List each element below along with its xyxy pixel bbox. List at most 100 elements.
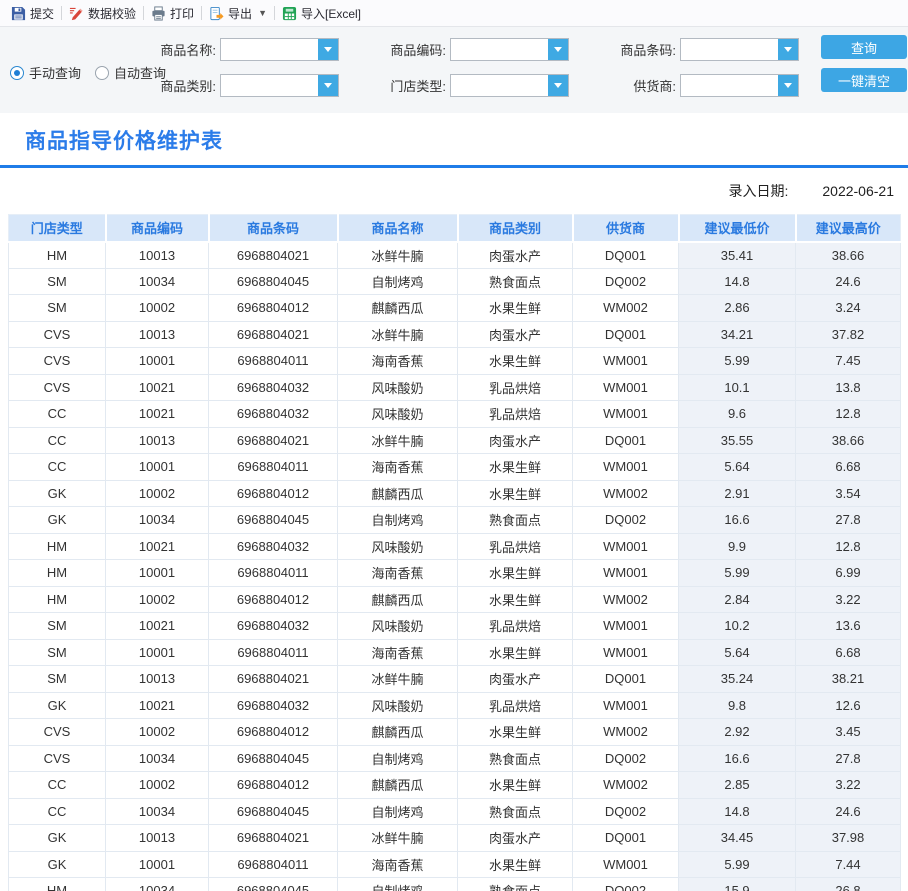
table-cell: 24.6 bbox=[795, 797, 901, 825]
manual-query-radio[interactable]: 手动查询 bbox=[10, 63, 81, 82]
store-type-combobox[interactable] bbox=[450, 74, 569, 97]
table-row[interactable]: SM 10001 6968804011 海南香蕉 水果生鲜 WM001 5.64 6.68 bbox=[8, 638, 901, 666]
table-cell: 2.91 bbox=[678, 479, 796, 507]
search-actions: 查询 一键清空 bbox=[821, 35, 907, 92]
column-header[interactable]: 商品编码 bbox=[104, 214, 209, 243]
table-row[interactable]: CC 10002 6968804012 麒麟西瓜 水果生鲜 WM002 2.85 3.22 bbox=[8, 771, 901, 799]
print-button[interactable]: 打印 bbox=[144, 0, 201, 26]
table-row[interactable]: CVS 10021 6968804032 风味酸奶 乳品烘焙 WM001 10.1 13.8 bbox=[8, 373, 901, 401]
table-cell: 10.2 bbox=[678, 612, 796, 640]
table-cell: 肉蛋水产 bbox=[457, 665, 573, 693]
title-area: 商品指导价格维护表 bbox=[0, 113, 908, 168]
table-cell: 6968804045 bbox=[208, 797, 338, 825]
table-cell: HM bbox=[8, 559, 106, 587]
table-cell: 6968804021 bbox=[208, 426, 338, 454]
table-row[interactable]: HM 10002 6968804012 麒麟西瓜 水果生鲜 WM002 2.84 3.22 bbox=[8, 585, 901, 613]
table-row[interactable]: GK 10002 6968804012 麒麟西瓜 水果生鲜 WM002 2.91 3.54 bbox=[8, 479, 901, 507]
product-category-label: 商品类别: bbox=[160, 79, 216, 94]
table-cell: 6968804045 bbox=[208, 267, 338, 295]
table-cell: 10001 bbox=[105, 850, 209, 878]
table-row[interactable]: GK 10021 6968804032 风味酸奶 乳品烘焙 WM001 9.8 12.6 bbox=[8, 691, 901, 719]
table-row[interactable]: HM 10013 6968804021 冰鲜牛腩 肉蛋水产 DQ001 35.41 38.66 bbox=[8, 241, 901, 269]
table-cell: HM bbox=[8, 585, 106, 613]
search-fields: 商品名称: 商品编码: 商品条码: 商品类别: 门店类型: 供货商: bbox=[150, 38, 803, 97]
table-cell: 10021 bbox=[105, 691, 209, 719]
submit-button[interactable]: 提交 bbox=[4, 0, 61, 26]
chevron-down-icon[interactable] bbox=[318, 75, 338, 96]
table-row[interactable]: GK 10013 6968804021 冰鲜牛腩 肉蛋水产 DQ001 34.45 37.98 bbox=[8, 824, 901, 852]
table-cell: SM bbox=[8, 638, 106, 666]
table-row[interactable]: SM 10002 6968804012 麒麟西瓜 水果生鲜 WM002 2.86 3.24 bbox=[8, 294, 901, 322]
supplier-combobox[interactable] bbox=[680, 74, 799, 97]
product-category-combobox[interactable] bbox=[220, 74, 339, 97]
product-barcode-combobox[interactable] bbox=[680, 38, 799, 61]
table-cell: 5.64 bbox=[678, 638, 796, 666]
table-cell: 冰鲜牛腩 bbox=[337, 426, 458, 454]
table-row[interactable]: SM 10034 6968804045 自制烤鸡 熟食面点 DQ002 14.8 24.6 bbox=[8, 267, 901, 295]
chevron-down-icon[interactable] bbox=[778, 75, 798, 96]
import-excel-button[interactable]: 导入[Excel] bbox=[275, 0, 368, 26]
table-cell: 熟食面点 bbox=[457, 797, 573, 825]
table-cell: 6968804045 bbox=[208, 744, 338, 772]
table-cell: 自制烤鸡 bbox=[337, 797, 458, 825]
column-header[interactable]: 商品名称 bbox=[336, 214, 458, 243]
column-header[interactable]: 建议最高价 bbox=[794, 214, 901, 243]
table-row[interactable]: CVS 10013 6968804021 冰鲜牛腩 肉蛋水产 DQ001 34.21 37.8… bbox=[8, 320, 901, 348]
table-row[interactable]: SM 10021 6968804032 风味酸奶 乳品烘焙 WM001 10.2 13.6 bbox=[8, 612, 901, 640]
table-cell: 肉蛋水产 bbox=[457, 320, 573, 348]
table-cell: 2.84 bbox=[678, 585, 796, 613]
product-name-combobox[interactable] bbox=[220, 38, 339, 61]
table-cell: 乳品烘焙 bbox=[457, 691, 573, 719]
table-cell: 2.86 bbox=[678, 294, 796, 322]
table-cell: DQ002 bbox=[572, 267, 679, 295]
print-icon bbox=[151, 5, 166, 21]
chevron-down-icon[interactable] bbox=[318, 39, 338, 60]
table-row[interactable]: CVS 10034 6968804045 自制烤鸡 熟食面点 DQ002 16.6 27.8 bbox=[8, 744, 901, 772]
table-cell: 6.68 bbox=[795, 453, 901, 481]
table-cell: 10034 bbox=[105, 744, 209, 772]
query-button[interactable]: 查询 bbox=[821, 35, 907, 59]
table-cell: 6968804012 bbox=[208, 294, 338, 322]
table-cell: 10021 bbox=[105, 400, 209, 428]
table-row[interactable]: SM 10013 6968804021 冰鲜牛腩 肉蛋水产 DQ001 35.24 38.21 bbox=[8, 665, 901, 693]
import-excel-label: 导入[Excel] bbox=[300, 6, 361, 21]
table-cell: WM001 bbox=[572, 453, 679, 481]
data-validate-button[interactable]: 数据校验 bbox=[62, 0, 143, 26]
radio-circle-icon bbox=[10, 65, 24, 80]
table-row[interactable]: HM 10001 6968804011 海南香蕉 水果生鲜 WM001 5.99 6.99 bbox=[8, 559, 901, 587]
table-cell: 35.55 bbox=[678, 426, 796, 454]
table-cell: 7.45 bbox=[795, 347, 901, 375]
table-cell: 麒麟西瓜 bbox=[337, 479, 458, 507]
export-button[interactable]: 导出 ▼ bbox=[202, 0, 274, 26]
column-header[interactable]: 商品条码 bbox=[207, 214, 338, 243]
product-code-combobox[interactable] bbox=[450, 38, 569, 61]
table-row[interactable]: GK 10001 6968804011 海南香蕉 水果生鲜 WM001 5.99 7.44 bbox=[8, 850, 901, 878]
table-cell: 10001 bbox=[105, 453, 209, 481]
table-cell: 自制烤鸡 bbox=[337, 267, 458, 295]
table-row[interactable]: CC 10001 6968804011 海南香蕉 水果生鲜 WM001 5.64 6.68 bbox=[8, 453, 901, 481]
table-row[interactable]: HM 10021 6968804032 风味酸奶 乳品烘焙 WM001 9.9 12.8 bbox=[8, 532, 901, 560]
column-header[interactable]: 建议最低价 bbox=[677, 214, 796, 243]
table-cell: 3.22 bbox=[795, 771, 901, 799]
column-header[interactable]: 商品类别 bbox=[456, 214, 573, 243]
store-type-label: 门店类型: bbox=[390, 79, 446, 94]
table-row[interactable]: CVS 10002 6968804012 麒麟西瓜 水果生鲜 WM002 2.92 3.45 bbox=[8, 718, 901, 746]
chevron-down-icon[interactable] bbox=[548, 75, 568, 96]
table-cell: 水果生鲜 bbox=[457, 294, 573, 322]
chevron-down-icon[interactable] bbox=[548, 39, 568, 60]
table-row[interactable]: CC 10034 6968804045 自制烤鸡 熟食面点 DQ002 14.8 24.6 bbox=[8, 797, 901, 825]
table-row[interactable]: CC 10021 6968804032 风味酸奶 乳品烘焙 WM001 9.6 12.8 bbox=[8, 400, 901, 428]
table-cell: 5.99 bbox=[678, 850, 796, 878]
table-cell: 10021 bbox=[105, 612, 209, 640]
column-header[interactable]: 供货商 bbox=[571, 214, 679, 243]
table-cell: CVS bbox=[8, 347, 106, 375]
entry-date-row: 录入日期: 2022-06-21 bbox=[0, 168, 908, 214]
table-row[interactable]: CC 10013 6968804021 冰鲜牛腩 肉蛋水产 DQ001 35.55 38.66 bbox=[8, 426, 901, 454]
table-row[interactable]: GK 10034 6968804045 自制烤鸡 熟食面点 DQ002 16.6 27.8 bbox=[8, 506, 901, 534]
table-row[interactable]: HM100346968804045自制烤鸡熟食面点DQ00215.926.8 bbox=[8, 877, 901, 891]
table-row[interactable]: CVS 10001 6968804011 海南香蕉 水果生鲜 WM001 5.99 7.45 bbox=[8, 347, 901, 375]
clear-all-button[interactable]: 一键清空 bbox=[821, 68, 907, 92]
table-cell: 6968804045 bbox=[208, 506, 338, 534]
column-header[interactable]: 门店类型 bbox=[8, 214, 106, 243]
chevron-down-icon[interactable] bbox=[778, 39, 798, 60]
